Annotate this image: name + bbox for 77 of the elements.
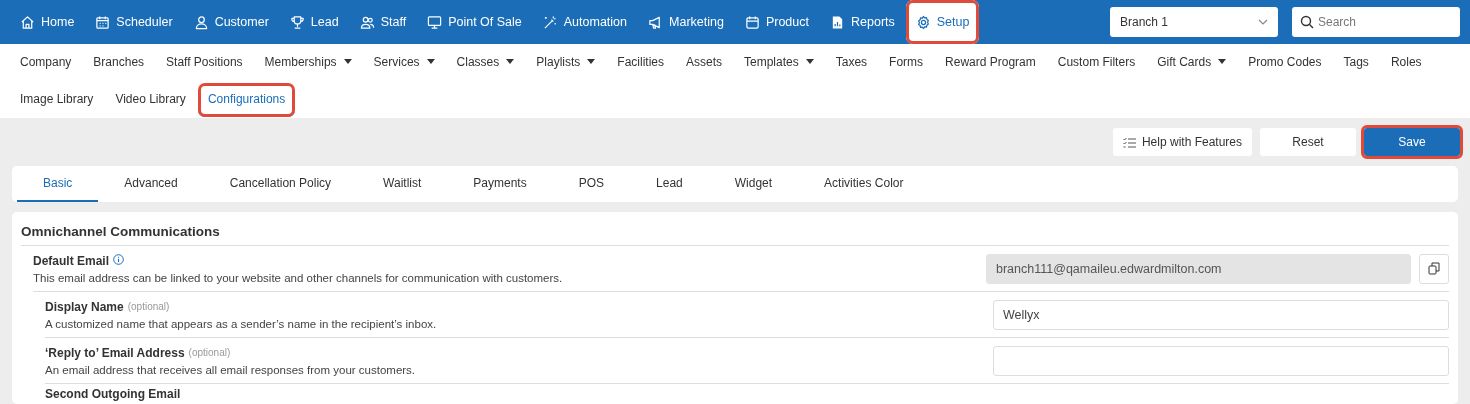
nav-tab[interactable]: Automation <box>532 0 637 44</box>
tab[interactable]: Cancellation Policy <box>203 166 358 202</box>
menu-item[interactable]: Company <box>10 45 82 80</box>
menu-item[interactable]: Tags <box>1333 45 1379 80</box>
nav-tab[interactable]: Lead <box>279 0 349 44</box>
nav-tab[interactable]: Point Of Sale <box>417 0 532 44</box>
tab[interactable]: Waitlist <box>357 166 448 202</box>
field-label: ‘Reply to’ Email Address <box>45 345 185 360</box>
menu-item[interactable]: Services <box>363 45 445 80</box>
caret-icon <box>805 59 814 64</box>
tab[interactable]: POS <box>552 166 631 202</box>
field-label: Second Outgoing Email <box>45 387 181 401</box>
caret-icon <box>1218 59 1227 64</box>
nav-tab[interactable]: Home <box>10 0 85 44</box>
menu-item[interactable]: Roles <box>1380 45 1432 80</box>
field-description: A customized name that appears as a sender’s name in the recipient’s inbox. <box>45 317 438 330</box>
menu-item[interactable]: Facilities <box>607 45 674 80</box>
tab[interactable]: Advanced <box>98 166 204 202</box>
caret-icon <box>587 59 596 64</box>
menu-item[interactable]: Staff Positions <box>156 45 253 80</box>
home-icon <box>20 14 35 30</box>
branch-select[interactable]: Branch 1 <box>1110 7 1278 37</box>
copy-icon <box>1428 262 1440 275</box>
menu-item[interactable]: Classes <box>446 45 525 80</box>
monitor-icon <box>427 14 443 30</box>
menu-item[interactable]: Gift Cards <box>1147 45 1237 80</box>
nav-tab[interactable]: Marketing <box>638 0 734 44</box>
nav-tab[interactable]: Scheduler <box>85 0 183 44</box>
menu-item[interactable]: Custom Filters <box>1047 45 1146 80</box>
menu-item[interactable]: Memberships <box>254 45 362 80</box>
nav-tab[interactable]: Product <box>734 0 819 44</box>
menu-item[interactable]: Video Library <box>105 82 196 117</box>
tab[interactable]: Activities Color <box>798 166 930 202</box>
menu-item[interactable]: Playlists <box>526 45 606 80</box>
settings-icon <box>915 14 931 30</box>
trophy-icon <box>289 14 305 30</box>
tab[interactable]: Payments <box>447 166 553 202</box>
search-field[interactable]: Search <box>1292 7 1460 37</box>
menu-item[interactable]: Reward Program <box>935 45 1046 80</box>
nav-tab[interactable]: Staff <box>349 0 417 44</box>
menu-item[interactable]: Templates <box>734 45 824 80</box>
optional-note: (optional) <box>188 346 231 358</box>
calendar-icon <box>744 14 760 30</box>
search-icon <box>1300 15 1314 29</box>
menu-item[interactable]: Branches <box>83 45 155 80</box>
menu-item[interactable]: Configurations <box>197 82 296 117</box>
report-icon <box>830 14 845 30</box>
calendar-icon <box>95 14 111 30</box>
save-button[interactable]: Save <box>1364 128 1460 156</box>
help-button[interactable]: Help with Features <box>1112 128 1252 156</box>
optional-note: (optional) <box>127 300 170 312</box>
reset-button[interactable]: Reset <box>1260 128 1356 156</box>
caret-icon <box>426 59 435 64</box>
nav-tab[interactable]: Reports <box>820 0 905 44</box>
people-icon <box>359 14 375 30</box>
megaphone-icon <box>648 14 663 30</box>
menu-item[interactable]: Image Library <box>10 82 104 117</box>
caret-icon <box>343 59 352 64</box>
tab[interactable]: Basic <box>17 166 99 202</box>
section-title: Omnichannel Communications <box>21 212 1449 246</box>
field-description: This email address can be linked to your website and other channels for communication with customers. <box>33 271 564 284</box>
menu-item[interactable]: Promo Codes <box>1238 45 1332 80</box>
tab[interactable]: Widget <box>708 166 799 202</box>
menu-item[interactable]: Taxes <box>825 45 878 80</box>
chevron-down-icon <box>1258 19 1268 25</box>
field-description: An email address that receives all email responses from your customers. <box>45 363 417 376</box>
menu-item[interactable]: Forms <box>879 45 934 80</box>
menu-item[interactable]: Assets <box>676 45 732 80</box>
magic-wand-icon <box>542 14 558 30</box>
field-label: Default Email <box>33 253 110 268</box>
nav-tab[interactable]: Setup <box>905 0 980 44</box>
checklist-icon <box>1122 136 1136 148</box>
person-icon <box>193 14 209 30</box>
field-label: Display Name <box>45 299 124 314</box>
caret-icon <box>506 59 515 64</box>
nav-tab[interactable]: Customer <box>183 0 279 44</box>
tab[interactable]: Lead <box>630 166 709 202</box>
